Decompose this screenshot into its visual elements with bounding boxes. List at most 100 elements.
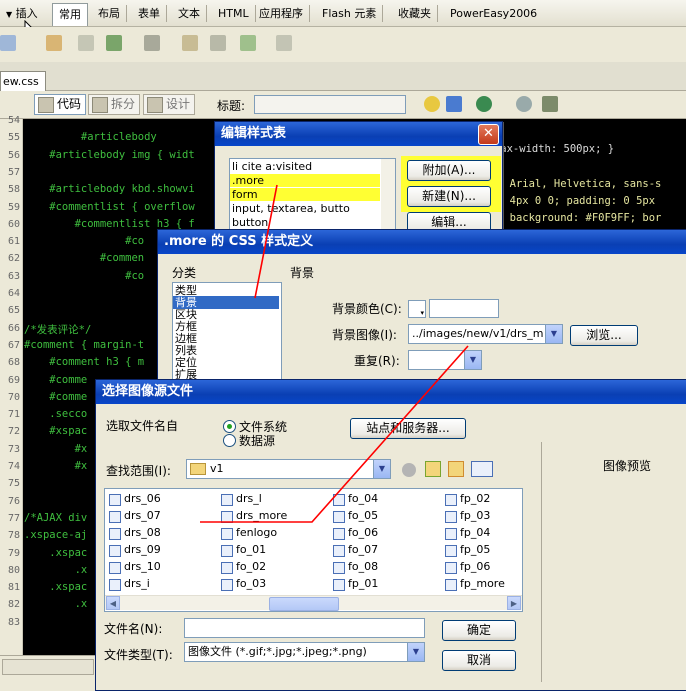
sites-servers-button[interactable]: 站点和服务器... [350,418,466,439]
hyperlink-icon[interactable] [0,35,16,51]
line-number: 70 [7,391,20,403]
file-item[interactable]: fp_01 [332,577,378,591]
code-view-button[interactable]: 代码 [34,94,87,115]
tab-html[interactable]: HTML [212,5,256,22]
category-list[interactable]: 类型 背景 区块 方框 边框 列表 定位 扩展 [172,282,282,394]
ok-button[interactable]: 确定 [442,620,516,641]
tab-label: 插入 [15,7,38,20]
tab-favorites[interactable]: 收藏夹 [392,5,438,22]
chevron-down-icon[interactable]: ▼ [407,643,424,661]
file-item[interactable]: fo_07 [332,543,378,557]
file-item[interactable]: fp_more [444,577,505,591]
style-list-item[interactable]: input, textarea, butto [230,202,382,215]
bg-color-input[interactable] [429,299,499,318]
comment-icon[interactable] [210,35,226,51]
lookin-label: 查找范围(I): [106,464,171,478]
attach-button[interactable]: 附加(A)... [407,160,491,181]
tab-powereasy[interactable]: PowerEasy2006 [444,5,543,22]
line-number: 76 [7,495,20,507]
tab-flash[interactable]: Flash 元素 [316,5,384,22]
named-anchor-icon[interactable] [46,35,62,51]
new-button[interactable]: 新建(N)... [407,186,491,207]
file-item[interactable]: drs_08 [108,526,161,540]
file-item[interactable]: fp_06 [444,560,490,574]
design-view-button[interactable]: 设计 [143,94,196,115]
file-item[interactable]: fo_06 [332,526,378,540]
style-list-item-selected[interactable]: .more [230,174,380,187]
line-number: 61 [7,236,20,248]
filesystem-radio[interactable] [223,420,236,433]
filetype-value: 图像文件 (*.gif;*.jpg;*.jpeg;*.png) [188,645,367,658]
filetype-select[interactable]: 图像文件 (*.gif;*.jpg;*.jpeg;*.png) ▼ [184,642,425,662]
table-icon[interactable] [78,35,94,51]
repeat-select[interactable]: ▼ [408,350,482,370]
style-list-item[interactable]: button [230,216,382,229]
tag-chooser-icon[interactable] [276,35,292,51]
code-view-label: 代码 [57,97,82,111]
file-item[interactable]: drs_07 [108,509,161,523]
scroll-thumb[interactable] [269,597,339,611]
title-input[interactable] [254,95,406,114]
file-item[interactable]: drs_more [220,509,287,523]
template-icon[interactable] [240,35,256,51]
status-scroll[interactable] [2,659,94,675]
code-view-icon [38,97,54,113]
style-list-item[interactable]: li cite a:visited [230,160,380,173]
split-view-button[interactable]: 拆分 [88,94,141,115]
view-options-icon[interactable] [542,96,558,112]
tab-application[interactable]: 应用程序 [253,5,310,22]
view-menu-icon[interactable] [471,461,493,477]
cancel-button[interactable]: 取消 [442,650,516,671]
back-icon[interactable] [402,463,416,477]
sort-arrows-icon[interactable] [446,96,462,112]
code-line: #comme [24,390,88,403]
style-list-item[interactable]: form [230,188,380,201]
new-folder-icon[interactable] [448,461,464,477]
file-item[interactable]: drs_10 [108,560,161,574]
tab-forms[interactable]: 表单 [132,5,167,22]
file-item[interactable]: fo_05 [332,509,378,523]
color-picker-swatch[interactable]: ▾ [408,300,426,318]
tab-text[interactable]: 文本 [172,5,207,22]
date-icon[interactable] [182,35,198,51]
file-item[interactable]: fo_02 [220,560,266,574]
scroll-right-icon[interactable]: ▶ [507,596,521,610]
file-item[interactable]: drs_i [108,577,150,591]
bg-image-combo[interactable]: ../images/new/v1/drs_m ▼ [408,324,563,344]
filename-input[interactable] [184,618,425,638]
chevron-down-icon[interactable]: ▼ [545,325,562,343]
document-tab[interactable]: ew.css [0,71,46,91]
file-item[interactable]: fo_08 [332,560,378,574]
file-list[interactable]: drs_06 drs_07 drs_08 drs_09 drs_10 drs_i drs_l… [104,488,523,612]
scroll-left-icon[interactable]: ◀ [106,596,120,610]
datasource-radio[interactable] [223,434,236,447]
file-item[interactable]: fp_05 [444,543,490,557]
code-fragment: m Arial, Helvetica, sans-s [497,178,662,190]
close-icon[interactable]: ✕ [478,124,499,145]
preview-globe-icon[interactable] [476,96,492,112]
file-item[interactable]: fenlogo [220,526,277,540]
file-item[interactable]: fp_03 [444,509,490,523]
tab-layout[interactable]: 布局 [92,5,127,22]
bg-image-label: 背景图像(I): [332,328,397,342]
tab-common[interactable]: 常用 [52,3,88,26]
file-item[interactable]: fp_04 [444,526,490,540]
file-item[interactable]: drs_06 [108,492,161,506]
chevron-down-icon[interactable]: ▼ [373,460,390,478]
file-item[interactable]: drs_09 [108,543,161,557]
code-line: /*发表评论*/ [24,323,92,336]
lookin-combo[interactable]: v1 ▼ [186,459,391,479]
refresh-icon[interactable] [516,96,532,112]
chevron-down-icon[interactable]: ▼ [464,351,481,369]
browse-button[interactable]: 浏览... [570,325,638,346]
file-item[interactable]: fo_04 [332,492,378,506]
up-folder-icon[interactable] [425,461,441,477]
file-item[interactable]: drs_l [220,492,262,506]
browser-check-icon[interactable] [424,96,440,112]
file-item[interactable]: fo_01 [220,543,266,557]
file-item[interactable]: fp_02 [444,492,490,506]
media-icon[interactable] [144,35,160,51]
file-item[interactable]: fo_03 [220,577,266,591]
file-list-hscrollbar[interactable]: ◀ ▶ [105,595,522,611]
image-icon[interactable] [106,35,122,51]
